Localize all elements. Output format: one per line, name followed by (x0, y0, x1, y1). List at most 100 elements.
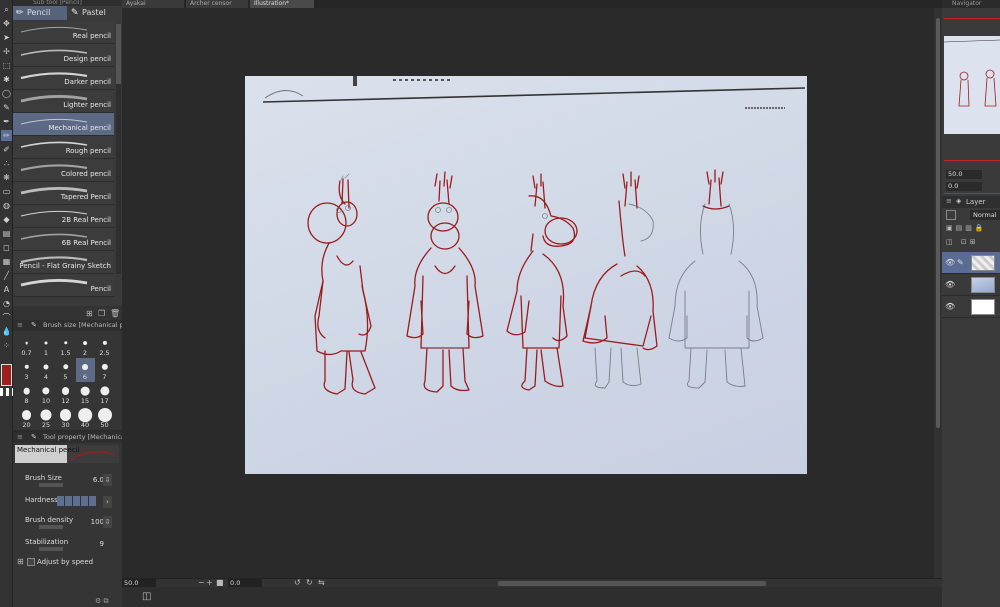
layer-type-icon[interactable] (946, 210, 956, 220)
nav-angle-field[interactable]: 0.0 (946, 182, 982, 191)
doc-tab-2[interactable]: Archer censor (186, 0, 248, 8)
doc-tab-1[interactable]: Ayakai (122, 0, 184, 8)
pen-icon[interactable]: ✒ (1, 116, 12, 127)
nav-zoom-field[interactable]: 50.0 (946, 170, 982, 179)
brush-item[interactable]: Colored pencil (13, 159, 114, 182)
hardness-seg-1[interactable] (57, 496, 64, 506)
gradient-icon[interactable]: ▤ (1, 228, 12, 239)
canvas-horizontal-scrollbar[interactable] (498, 581, 766, 586)
hardness-seg-4[interactable] (81, 496, 88, 506)
brush-size-slider[interactable] (39, 483, 63, 487)
hardness-seg-2[interactable] (65, 496, 72, 506)
fill-icon[interactable]: ◆ (1, 214, 12, 225)
brush-item[interactable]: 2B Real Pencil (13, 205, 114, 228)
brush-size-dropdown-icon[interactable]: ⇩ (103, 474, 112, 486)
brush-size-option[interactable]: 25 (37, 406, 56, 430)
brush-density-row[interactable]: Brush density 100 ⇩ (13, 516, 122, 534)
main-color-swatch[interactable] (1, 364, 12, 386)
brush-item[interactable]: 6B Real Pencil (13, 228, 114, 251)
brush-size-option[interactable]: 50 (95, 406, 114, 430)
hardness-row[interactable]: Hardness › (13, 496, 122, 514)
doc-tab-3[interactable]: Illustration* (250, 0, 314, 8)
brush-item[interactable]: Real pencil (13, 21, 114, 44)
drop-icon[interactable]: 💧 (1, 326, 12, 337)
brush-size-option[interactable]: 2 (76, 334, 95, 358)
brush-size-option[interactable]: 40 (76, 406, 95, 430)
expand-icon[interactable]: ⊞ (17, 557, 24, 566)
airbrush-icon[interactable]: ∴ (1, 158, 12, 169)
brush-size-option[interactable]: 20 (17, 406, 36, 430)
lasso-icon[interactable]: ◯ (1, 88, 12, 99)
layer-row-sketch[interactable]: 👁 ✎ (942, 252, 1000, 274)
correct-line-icon[interactable]: ⌒ (1, 312, 12, 323)
frame-icon[interactable]: ▦ (1, 256, 12, 267)
brush-item[interactable]: Darker pencil (13, 67, 114, 90)
layer-option-icons[interactable]: ◫ ⊡⊞ (946, 238, 979, 246)
brush-item[interactable]: Rough pencil (13, 136, 114, 159)
eye-icon[interactable]: 👁 (945, 302, 955, 311)
settings-icon[interactable]: ⚙ ⧉ (95, 597, 109, 606)
brush-size-option[interactable]: 12 (56, 382, 75, 406)
spray-icon[interactable]: ⁘ (1, 340, 12, 351)
adjust-by-speed-row[interactable]: ⊞ Adjust by speed (13, 557, 122, 576)
brush-size-option[interactable]: 15 (76, 382, 95, 406)
layer-lock-icons[interactable]: ▣▤▥🔒 (946, 224, 987, 232)
fit-icon[interactable]: ■ (216, 578, 224, 587)
brush-item[interactable]: Mechanical pencil (13, 113, 114, 136)
tab-pencil[interactable]: ✏ Pencil (13, 6, 67, 20)
brush-size-option[interactable]: 30 (56, 406, 75, 430)
move-layer-icon[interactable]: ✢ (1, 46, 12, 57)
layer-tab[interactable]: Layer (966, 198, 986, 206)
brush-size-option[interactable]: 1.5 (56, 334, 75, 358)
sub-color-swatch[interactable] (0, 388, 13, 396)
ruler-icon[interactable]: ╱ (1, 270, 12, 281)
menu-icon[interactable]: ≡ (17, 432, 23, 443)
zoom-in-icon[interactable]: + (206, 578, 213, 587)
create-subtool-icon[interactable]: ⊞ (86, 309, 93, 318)
brush-density-slider[interactable] (39, 525, 63, 529)
hardness-seg-3[interactable] (73, 496, 80, 506)
angle-field[interactable]: 0.0 (228, 579, 262, 587)
layer-row-photo[interactable]: 👁 (942, 274, 1000, 296)
adjust-by-speed-checkbox[interactable] (27, 558, 35, 566)
layer-row-paper[interactable]: 👁 (942, 296, 1000, 318)
delete-subtool-icon[interactable]: 🗑 (110, 309, 120, 318)
blend-icon[interactable]: ◍ (1, 200, 12, 211)
brush-item[interactable]: Design pencil (13, 44, 114, 67)
rotate-reset-icon[interactable]: ↻ (306, 578, 313, 587)
move-icon[interactable]: ✥ (1, 18, 12, 29)
stabilization-slider[interactable] (39, 547, 63, 551)
brush-density-value[interactable]: 100 (91, 518, 104, 526)
brush-size-option[interactable]: 0.7 (17, 334, 36, 358)
panel-toggle-icon[interactable]: ◫ (142, 591, 151, 602)
pencil-tool-icon[interactable]: ✏ (1, 130, 12, 141)
hardness-seg-5[interactable] (89, 496, 96, 506)
brush-size-option[interactable]: 6 (75, 358, 95, 382)
hardness-arrow-icon[interactable]: › (103, 496, 112, 508)
figure-icon[interactable]: ◻ (1, 242, 12, 253)
stabilization-row[interactable]: Stabilization 9 (13, 538, 122, 556)
brush-item[interactable]: Tapered Pencil (13, 182, 114, 205)
decoration-icon[interactable]: ❋ (1, 172, 12, 183)
flip-icon[interactable]: ⇆ (318, 578, 325, 587)
brush-size-option[interactable]: 5 (56, 358, 75, 382)
tab-pastel[interactable]: ✎ Pastel (68, 6, 122, 20)
brush-item[interactable]: Pencil (13, 274, 114, 297)
auto-select-icon[interactable]: ✱ (1, 74, 12, 85)
zoom-icon[interactable]: ⌕ (1, 4, 12, 15)
canvas-image[interactable] (245, 76, 807, 474)
brush-size-option[interactable]: 7 (95, 358, 114, 382)
brush-density-dropdown-icon[interactable]: ⇩ (103, 516, 112, 528)
selection-icon[interactable]: ⬚ (1, 60, 12, 71)
subtool-scrollbar[interactable] (116, 24, 121, 274)
balloon-icon[interactable]: ◔ (1, 298, 12, 309)
eye-icon[interactable]: 👁 (945, 258, 955, 267)
copy-subtool-icon[interactable]: ❐ (98, 309, 105, 318)
canvas-vertical-scrollbar[interactable] (934, 8, 942, 578)
brush-size-option[interactable]: 4 (37, 358, 56, 382)
zoom-out-icon[interactable]: − (198, 578, 205, 587)
zoom-field[interactable]: 50.0 (122, 579, 156, 587)
brush-size-option[interactable]: 8 (17, 382, 36, 406)
operation-icon[interactable]: ➤ (1, 32, 12, 43)
brush-size-option[interactable]: 1 (37, 334, 56, 358)
